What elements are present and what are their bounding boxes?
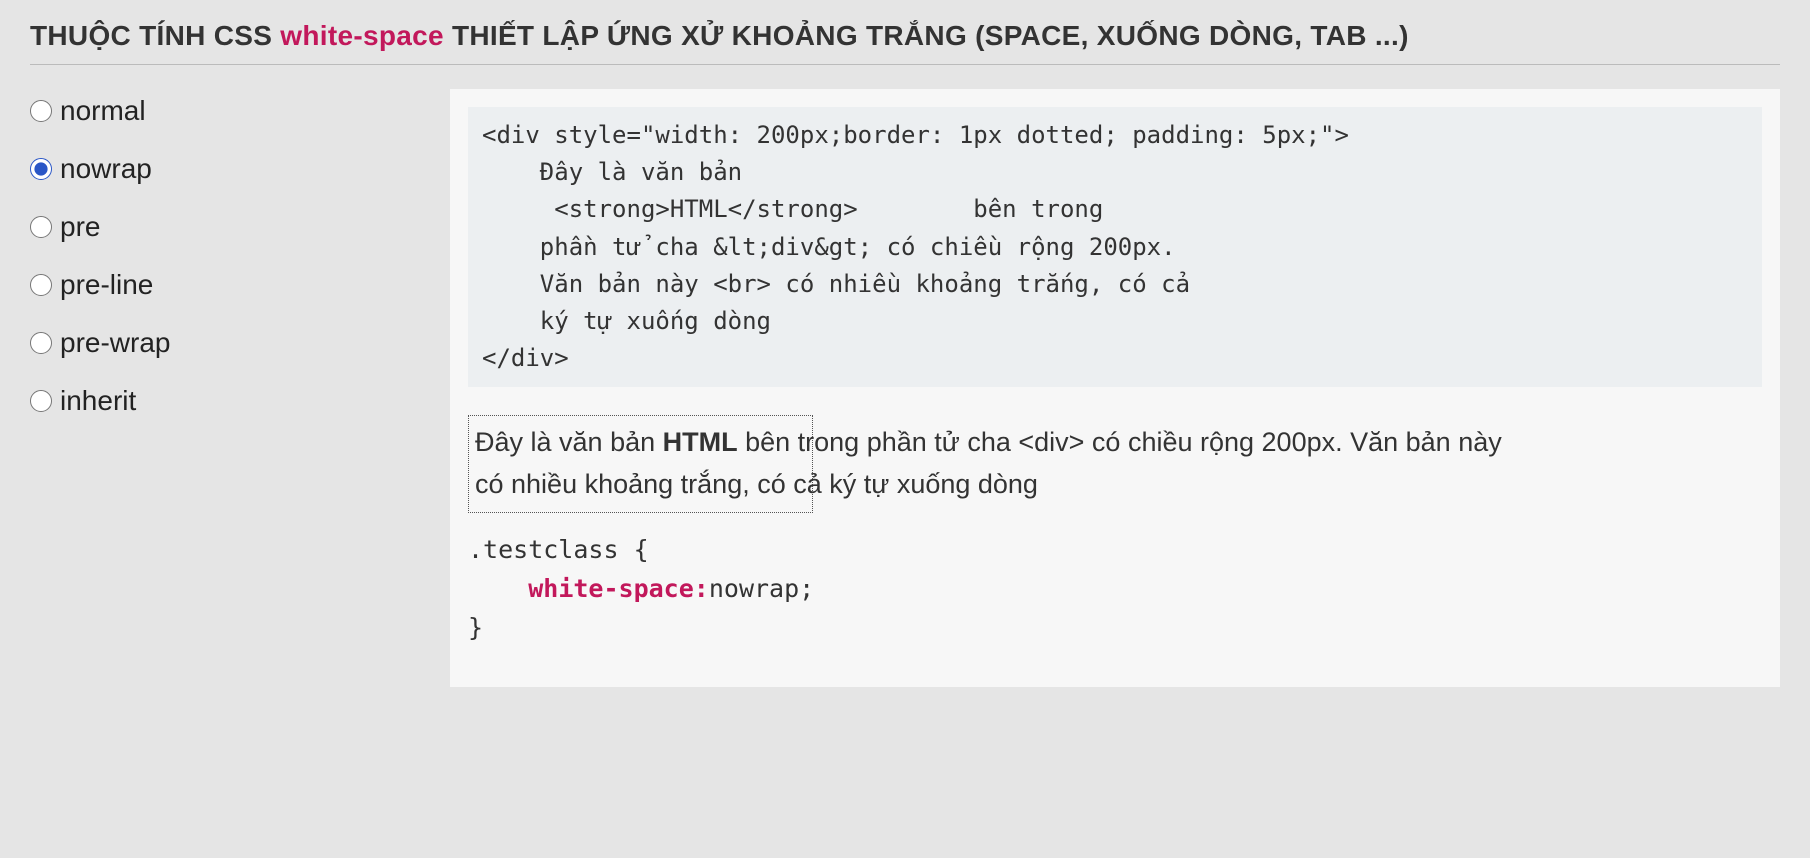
option-pre-wrap[interactable]: pre-wrap xyxy=(30,327,430,359)
radio-label[interactable]: pre-line xyxy=(60,269,153,301)
css-open: .testclass { xyxy=(468,535,649,564)
preview-bold: HTML xyxy=(663,427,738,457)
content-panel: <div style="width: 200px;border: 1px dot… xyxy=(450,89,1780,687)
option-pre-line[interactable]: pre-line xyxy=(30,269,430,301)
css-snippet: .testclass { white-space:nowrap; } xyxy=(468,531,1762,647)
options-panel: normal nowrap pre pre-line pre-wrap inhe… xyxy=(30,89,430,687)
radio-label[interactable]: normal xyxy=(60,95,146,127)
radio-label[interactable]: pre-wrap xyxy=(60,327,170,359)
divider xyxy=(30,64,1780,65)
radio-pre-wrap[interactable] xyxy=(30,332,52,354)
radio-pre[interactable] xyxy=(30,216,52,238)
option-pre[interactable]: pre xyxy=(30,211,430,243)
option-normal[interactable]: normal xyxy=(30,95,430,127)
radio-inherit[interactable] xyxy=(30,390,52,412)
radio-label[interactable]: pre xyxy=(60,211,100,243)
radio-normal[interactable] xyxy=(30,100,52,122)
radio-nowrap[interactable] xyxy=(30,158,52,180)
radio-pre-line[interactable] xyxy=(30,274,52,296)
preview-box: Đây là văn bản HTML bên trong phần tử ch… xyxy=(468,415,813,513)
css-property: white-space: xyxy=(528,574,709,603)
css-value: nowrap; xyxy=(709,574,814,603)
option-nowrap[interactable]: nowrap xyxy=(30,153,430,185)
preview-text-1: Đây là văn bản xyxy=(475,427,663,457)
css-indent xyxy=(468,574,528,603)
page-title: THUỘC TÍNH CSS white-space THIẾT LẬP ỨNG… xyxy=(30,20,1780,52)
source-code-block: <div style="width: 200px;border: 1px dot… xyxy=(468,107,1762,387)
title-suffix: THIẾT LẬP ỨNG XỬ KHOẢNG TRẮNG (SPACE, XU… xyxy=(444,20,1409,51)
preview-text-2: bên trong phần tử cha <div> có chiều rộn… xyxy=(738,427,1502,457)
radio-label[interactable]: inherit xyxy=(60,385,136,417)
css-close: } xyxy=(468,613,483,642)
title-prefix: THUỘC TÍNH CSS xyxy=(30,20,280,51)
preview-text-3: có nhiều khoảng trắng, có cả ký tự xuống… xyxy=(475,469,1038,499)
option-inherit[interactable]: inherit xyxy=(30,385,430,417)
radio-label[interactable]: nowrap xyxy=(60,153,152,185)
title-highlight: white-space xyxy=(280,20,444,51)
